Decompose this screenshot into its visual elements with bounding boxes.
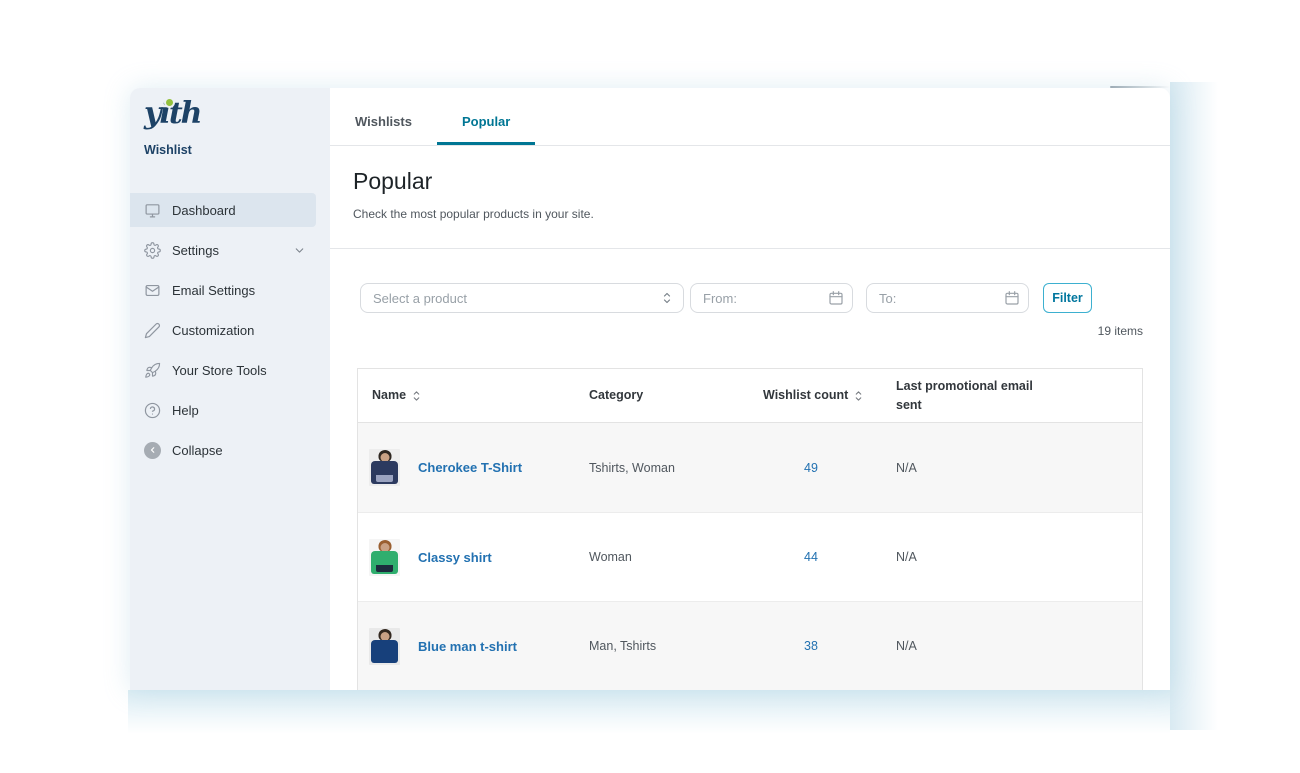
table-header-row: Name Category Wishlist count [358,369,1142,423]
rocket-icon [144,362,161,379]
product-link[interactable]: Blue man t-shirt [418,639,517,654]
product-thumbnail [369,628,400,665]
last-email-cell: N/A [896,639,1142,653]
wishlist-count-link[interactable]: 38 [804,639,818,653]
filter-button[interactable]: Filter [1043,283,1092,313]
gear-icon [144,242,161,259]
sidebar-item-label: Help [172,403,199,418]
bottom-edge-glow [128,690,1170,734]
wishlist-count-link[interactable]: 49 [804,461,818,475]
chevron-down-icon [293,244,306,257]
page-header: Popular Check the most popular products … [353,168,594,221]
product-select-placeholder: Select a product [373,291,467,306]
category-cell: Woman [589,550,763,564]
logo-green-dot-icon [166,99,173,106]
sidebar-item-label: Collapse [172,443,223,458]
page-subtitle: Check the most popular products in your … [353,207,594,221]
envelope-icon [144,282,161,299]
page-title: Popular [353,168,594,195]
category-cell: Tshirts, Woman [589,461,763,475]
table-row: Classy shirt Woman 44 N/A [358,512,1142,601]
sidebar-item-help[interactable]: Help [130,393,316,427]
items-count: 19 items [1098,324,1143,338]
yith-logo: yith [144,96,201,131]
column-header-name[interactable]: Name [358,386,589,405]
product-link[interactable]: Cherokee T-Shirt [418,460,522,475]
sidebar-item-settings[interactable]: Settings [130,233,316,267]
table-row: Blue man t-shirt Man, Tshirts 38 N/A [358,601,1142,690]
column-header-last-promotional-email-sent: Last promotional email sent [896,377,1142,415]
app-window: yith Wishlist Dashboard Settings [130,88,1170,690]
tab-popular[interactable]: Popular [437,97,535,145]
sidebar-item-label: Dashboard [172,203,236,218]
sidebar-item-label: Settings [172,243,219,258]
column-header-wishlist-count[interactable]: Wishlist count [763,386,896,405]
monitor-icon [144,202,161,219]
last-email-cell: N/A [896,550,1142,564]
date-from-field [690,283,853,313]
sidebar-item-label: Email Settings [172,283,255,298]
category-cell: Man, Tshirts [589,639,763,653]
pen-icon [144,322,161,339]
sidebar-item-label: Your Store Tools [172,363,267,378]
sidebar-item-collapse[interactable]: Collapse [130,433,316,467]
sidebar-item-email-settings[interactable]: Email Settings [130,273,316,307]
popular-products-table: Name Category Wishlist count [357,368,1143,690]
product-thumbnail [369,539,400,576]
last-email-cell: N/A [896,461,1142,475]
sidebar: yith Wishlist Dashboard Settings [130,88,330,690]
product-select[interactable]: Select a product [360,283,684,313]
table-row: Cherokee T-Shirt Tshirts, Woman 49 N/A [358,423,1142,512]
product-thumbnail [369,449,400,486]
right-edge-glow [1170,82,1218,730]
tab-wishlists[interactable]: Wishlists [330,97,437,145]
column-header-category: Category [589,386,763,405]
date-to-field [866,283,1029,313]
sidebar-item-dashboard[interactable]: Dashboard [130,193,316,227]
date-to-input[interactable] [866,283,1029,313]
date-from-input[interactable] [690,283,853,313]
page-background: yith Wishlist Dashboard Settings [0,0,1300,773]
plugin-name: Wishlist [144,143,192,157]
tab-bar: Wishlists Popular [330,97,1170,146]
wishlist-count-link[interactable]: 44 [804,550,818,564]
question-circle-icon [144,402,161,419]
filter-bar: Select a product [330,283,1170,313]
sidebar-item-label: Customization [172,323,254,338]
sort-icon [412,390,421,402]
section-divider [330,248,1170,249]
sidebar-item-customization[interactable]: Customization [130,313,316,347]
product-link[interactable]: Classy shirt [418,550,492,565]
collapse-arrow-icon [144,442,161,459]
select-updown-icon [661,291,673,305]
sort-icon [854,390,863,402]
sidebar-menu: Dashboard Settings Email Settings [130,193,330,473]
sidebar-item-your-store-tools[interactable]: Your Store Tools [130,353,316,387]
main-content: Wishlists Popular Popular Check the most… [330,97,1170,690]
